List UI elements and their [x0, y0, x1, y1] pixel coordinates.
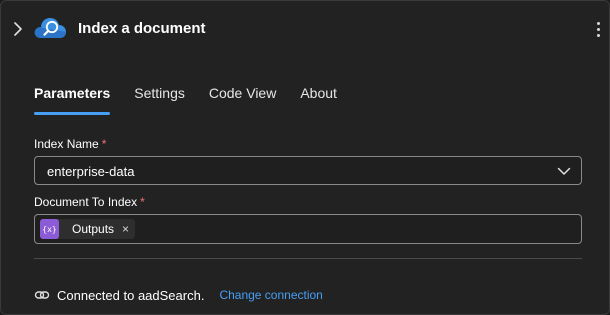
required-indicator: * [140, 195, 145, 209]
index-name-dropdown[interactable]: enterprise-data [34, 156, 582, 185]
change-connection-link[interactable]: Change connection [219, 288, 322, 302]
tab-list: Parameters Settings Code View About [34, 85, 361, 115]
index-name-value: enterprise-data [47, 164, 135, 179]
outputs-token[interactable]: {x} Outputs × [40, 219, 136, 239]
token-label: Outputs [72, 222, 115, 236]
document-to-index-label: Document To Index * [34, 195, 145, 209]
connection-status: Connected to aadSearch. Change connectio… [34, 286, 323, 304]
variable-expression-icon: {x} [40, 219, 59, 239]
link-icon [34, 291, 50, 299]
section-divider [34, 258, 582, 259]
connection-text: Connected to aadSearch. [57, 287, 205, 303]
document-to-index-input[interactable]: {x} Outputs × [34, 214, 582, 244]
tab-code-view[interactable]: Code View [209, 85, 276, 115]
chevron-down-icon [557, 167, 571, 175]
action-title: Index a document [78, 20, 206, 37]
index-name-label: Index Name * [34, 137, 107, 151]
card-header: Index a document [1, 1, 609, 59]
required-indicator: * [101, 137, 107, 151]
more-options-icon[interactable] [593, 19, 603, 39]
tab-parameters[interactable]: Parameters [34, 85, 111, 115]
chevron-right-icon[interactable] [11, 19, 25, 39]
remove-token-icon[interactable]: × [122, 222, 129, 236]
action-card: Index a document Parameters Settings Cod… [0, 0, 610, 315]
azure-search-cloud-icon [34, 18, 66, 38]
tab-about[interactable]: About [300, 85, 337, 115]
tab-settings[interactable]: Settings [134, 85, 185, 115]
